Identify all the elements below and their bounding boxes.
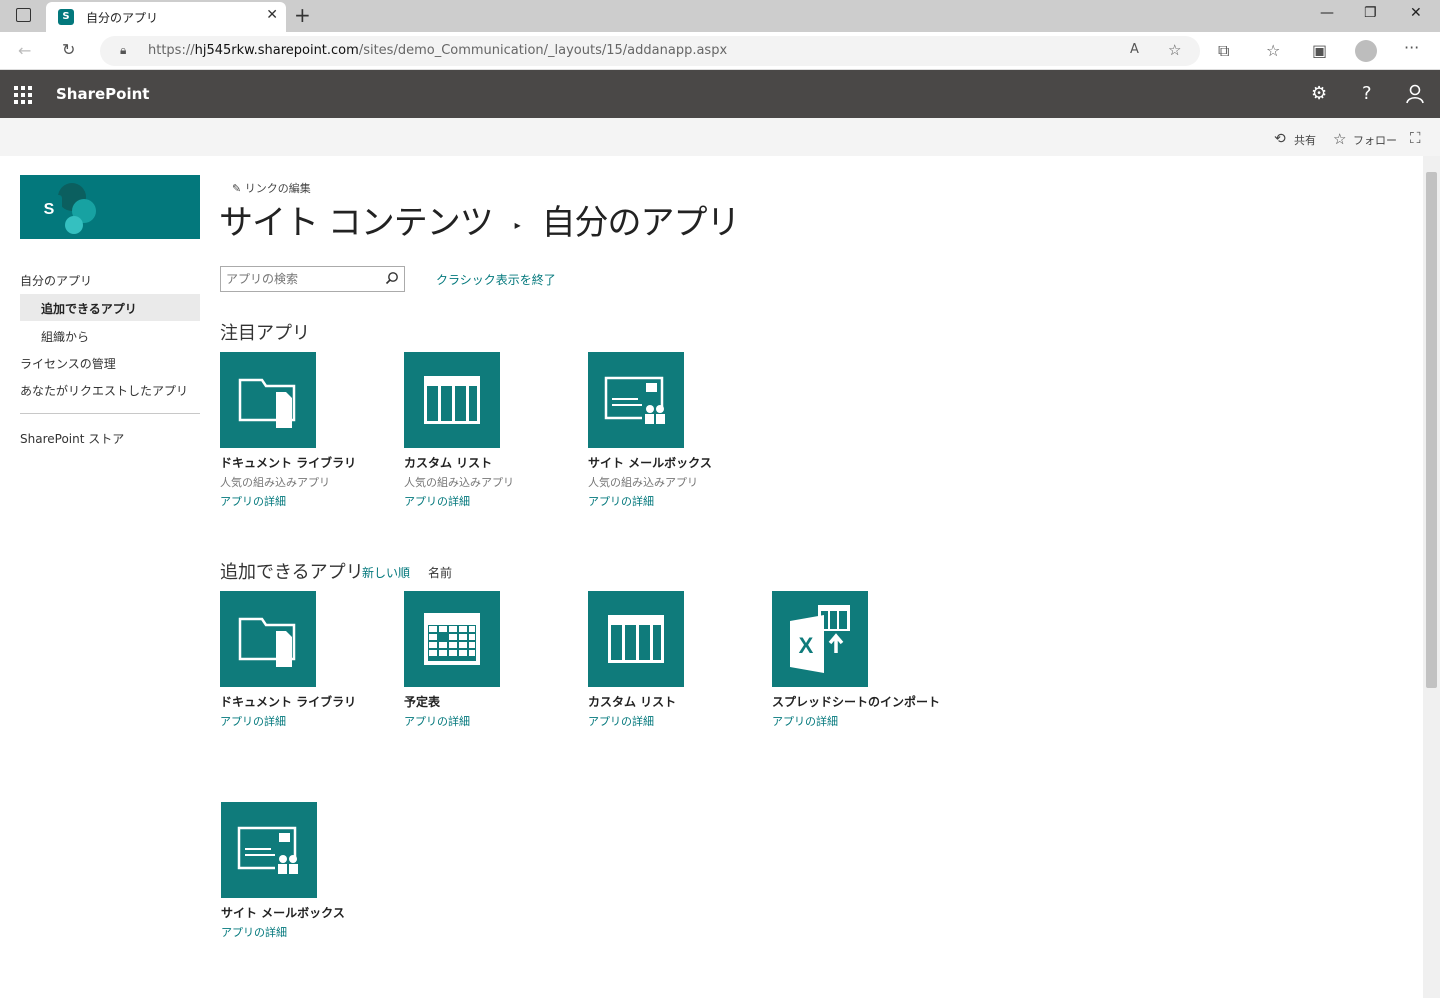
nav-item-sharepoint-store[interactable]: SharePoint ストア xyxy=(20,430,124,447)
import-spreadsheet-icon[interactable]: X xyxy=(772,591,868,687)
nav-item-your-requests[interactable]: あなたがリクエストしたアプリ xyxy=(20,382,188,399)
breadcrumb-separator-icon: ▸ xyxy=(514,217,521,232)
app-launcher-icon[interactable] xyxy=(14,86,32,104)
app-name: カスタム リスト xyxy=(588,695,677,709)
breadcrumb-site-contents[interactable]: サイト コンテンツ xyxy=(219,203,494,243)
featured-apps-title: 注目アプリ xyxy=(220,323,310,344)
pencil-icon: ✎ xyxy=(232,182,242,195)
url-input[interactable]: 🔒︎ https://hj545rkw.sharepoint.com/sites… xyxy=(100,36,1200,66)
exit-classic-link[interactable]: クラシック表示を終了 xyxy=(436,271,556,288)
focus-mode-icon[interactable]: ⛶ xyxy=(1410,129,1421,147)
share-icon[interactable]: ⟲ xyxy=(1274,131,1286,147)
svg-text:X: X xyxy=(799,633,814,658)
sort-newest-link[interactable]: 新しい順 xyxy=(362,564,410,581)
document-library-icon[interactable] xyxy=(220,591,316,687)
read-aloud-icon[interactable]: A xyxy=(1130,42,1139,57)
app-details-link[interactable]: アプリの詳細 xyxy=(220,493,400,509)
custom-list-icon[interactable] xyxy=(404,352,500,448)
share-button[interactable]: 共有 xyxy=(1294,132,1316,148)
app-name: サイト メールボックス xyxy=(221,906,345,920)
app-name: サイト メールボックス xyxy=(588,456,712,470)
suite-bar: SharePoint ⚙ ? xyxy=(0,70,1440,118)
app-name: スプレッドシートのインポート xyxy=(772,695,941,709)
featured-app-tile[interactable]: カスタム リスト 人気の組み込みアプリ アプリの詳細 xyxy=(404,352,584,509)
follow-star-icon[interactable]: ☆ xyxy=(1333,130,1346,148)
sharepoint-favicon-icon: S xyxy=(58,9,74,25)
browser-tab[interactable]: S 自分のアプリ ✕ xyxy=(46,2,286,32)
app-name: ドキュメント ライブラリ xyxy=(220,695,357,709)
available-apps-title: 追加できるアプリ xyxy=(220,562,364,583)
app-details-link[interactable]: アプリの詳細 xyxy=(772,713,952,729)
address-bar-row: ← ↻ 🔒︎ https://hj545rkw.sharepoint.com/s… xyxy=(0,32,1440,70)
svg-text:S: S xyxy=(44,201,55,218)
app-name: カスタム リスト xyxy=(404,456,493,470)
available-app-tile[interactable]: 予定表 アプリの詳細 xyxy=(404,591,584,729)
app-details-link[interactable]: アプリの詳細 xyxy=(588,493,768,509)
site-mailbox-icon[interactable] xyxy=(221,802,317,898)
close-window-icon[interactable]: ✕ xyxy=(1410,5,1422,21)
available-app-tile[interactable]: カスタム リスト アプリの詳細 xyxy=(588,591,768,729)
calendar-icon[interactable] xyxy=(404,591,500,687)
more-icon[interactable]: ··· xyxy=(1404,38,1419,57)
nav-divider xyxy=(20,413,200,414)
sharepoint-logo-icon: S xyxy=(36,183,96,234)
app-subtitle: 人気の組み込みアプリ xyxy=(588,476,698,489)
sort-name-link[interactable]: 名前 xyxy=(428,564,452,581)
app-search-box[interactable] xyxy=(220,266,405,292)
restore-icon[interactable]: ❐ xyxy=(1364,5,1377,21)
close-tab-icon[interactable]: ✕ xyxy=(266,7,278,23)
available-app-tile[interactable]: X スプレッドシートのインポート アプリの詳細 xyxy=(772,591,952,729)
collections-icon[interactable]: ▣ xyxy=(1312,41,1327,60)
refresh-icon[interactable]: ↻ xyxy=(62,40,75,59)
search-icon[interactable] xyxy=(385,271,399,285)
app-details-link[interactable]: アプリの詳細 xyxy=(588,713,768,729)
favorites-icon[interactable]: ☆ xyxy=(1266,41,1280,60)
ribbon: ⟲ 共有 ☆ フォロー ⛶ xyxy=(0,118,1440,156)
site-mailbox-icon[interactable] xyxy=(588,352,684,448)
app-name: ドキュメント ライブラリ xyxy=(220,456,357,470)
add-favorite-icon[interactable]: ☆ xyxy=(1168,41,1181,59)
app-details-link[interactable]: アプリの詳細 xyxy=(221,924,401,940)
minimize-icon[interactable]: — xyxy=(1320,5,1334,21)
breadcrumb: サイト コンテンツ ▸ 自分のアプリ xyxy=(219,195,740,244)
app-search-input[interactable] xyxy=(226,271,376,287)
nav-item-my-apps[interactable]: 自分のアプリ xyxy=(20,272,92,289)
account-icon[interactable] xyxy=(1406,84,1424,104)
follow-button[interactable]: フォロー xyxy=(1353,132,1397,148)
extensions-icon[interactable]: ⧉ xyxy=(1218,41,1229,61)
profile-avatar[interactable] xyxy=(1355,40,1377,62)
app-subtitle: 人気の組み込みアプリ xyxy=(404,476,514,489)
featured-app-tile[interactable]: ドキュメント ライブラリ 人気の組み込みアプリ アプリの詳細 xyxy=(220,352,400,509)
tab-title: 自分のアプリ xyxy=(86,11,159,25)
scrollbar-thumb[interactable] xyxy=(1426,172,1437,688)
settings-gear-icon[interactable]: ⚙ xyxy=(1311,83,1327,104)
app-details-link[interactable]: アプリの詳細 xyxy=(220,713,400,729)
page-title: 自分のアプリ xyxy=(541,203,740,243)
available-app-tile[interactable]: サイト メールボックス アプリの詳細 xyxy=(221,802,401,940)
help-icon[interactable]: ? xyxy=(1362,83,1372,104)
site-logo[interactable]: S xyxy=(20,175,200,239)
custom-list-icon[interactable] xyxy=(588,591,684,687)
nav-item-manage-licenses[interactable]: ライセンスの管理 xyxy=(20,355,116,372)
url-text: https://hj545rkw.sharepoint.com/sites/de… xyxy=(148,43,728,58)
featured-app-tile[interactable]: サイト メールボックス 人気の組み込みアプリ アプリの詳細 xyxy=(588,352,768,509)
document-library-icon[interactable] xyxy=(220,352,316,448)
nav-item-from-organization[interactable]: 組織から xyxy=(41,328,89,345)
new-tab-icon[interactable]: + xyxy=(294,3,311,27)
app-name: 予定表 xyxy=(404,695,441,709)
suite-brand[interactable]: SharePoint xyxy=(56,85,149,103)
lock-icon[interactable]: 🔒︎ xyxy=(120,43,126,58)
page-scrollbar[interactable] xyxy=(1423,156,1440,998)
back-icon[interactable]: ← xyxy=(18,41,31,60)
available-app-tile[interactable]: ドキュメント ライブラリ アプリの詳細 xyxy=(220,591,400,729)
app-subtitle: 人気の組み込みアプリ xyxy=(220,476,330,489)
edit-links-label: リンクの編集 xyxy=(244,182,311,195)
edit-links[interactable]: ✎ リンクの編集 xyxy=(232,180,311,196)
nav-item-available-apps[interactable]: 追加できるアプリ xyxy=(41,300,137,317)
browser-tab-bar: S 自分のアプリ ✕ + — ❐ ✕ xyxy=(0,0,1440,32)
app-details-link[interactable]: アプリの詳細 xyxy=(404,493,584,509)
app-details-link[interactable]: アプリの詳細 xyxy=(404,713,584,729)
tab-actions-icon[interactable] xyxy=(16,8,31,22)
